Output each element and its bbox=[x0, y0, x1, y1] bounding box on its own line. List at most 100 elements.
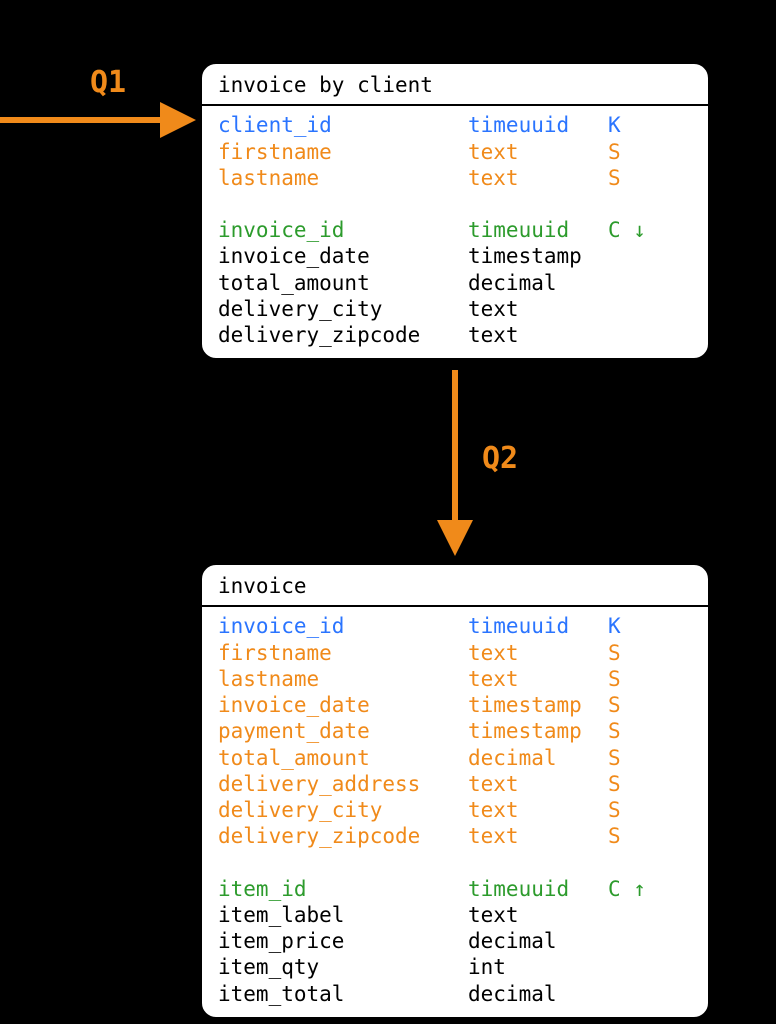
column-flag bbox=[608, 270, 668, 296]
column-row: item_labeltext bbox=[218, 902, 692, 928]
column-name: delivery_city bbox=[218, 296, 468, 322]
column-row: delivery_addresstextS bbox=[218, 771, 692, 797]
column-flag: S bbox=[608, 797, 668, 823]
column-name: lastname bbox=[218, 666, 468, 692]
column-name: delivery_city bbox=[218, 797, 468, 823]
table-title: invoice bbox=[202, 565, 708, 607]
column-type: text bbox=[468, 666, 608, 692]
column-name: item_qty bbox=[218, 954, 468, 980]
column-row: item_totaldecimal bbox=[218, 981, 692, 1007]
column-row: invoice_idtimeuuidC ↓ bbox=[218, 217, 692, 243]
column-type: text bbox=[468, 797, 608, 823]
column-flag bbox=[608, 296, 668, 322]
column-flag: C ↑ bbox=[608, 876, 668, 902]
row-spacer bbox=[218, 191, 692, 217]
column-type: timestamp bbox=[468, 718, 608, 744]
column-name: invoice_date bbox=[218, 243, 468, 269]
column-row: client_idtimeuuidK bbox=[218, 112, 692, 138]
column-name: payment_date bbox=[218, 718, 468, 744]
column-name: item_label bbox=[218, 902, 468, 928]
column-type: timestamp bbox=[468, 692, 608, 718]
column-name: delivery_zipcode bbox=[218, 823, 468, 849]
column-row: delivery_zipcodetext bbox=[218, 322, 692, 348]
column-type: text bbox=[468, 296, 608, 322]
column-name: item_id bbox=[218, 876, 468, 902]
arrow-q2-label: Q2 bbox=[482, 440, 518, 478]
column-row: delivery_citytext bbox=[218, 296, 692, 322]
column-row: total_amountdecimalS bbox=[218, 745, 692, 771]
column-flag: S bbox=[608, 640, 668, 666]
column-flag bbox=[608, 902, 668, 928]
diagram-stage: Q1 invoice by client client_idtimeuuidKf… bbox=[0, 0, 776, 1024]
column-flag bbox=[608, 981, 668, 1007]
column-row: item_qtyint bbox=[218, 954, 692, 980]
column-flag: S bbox=[608, 165, 668, 191]
column-type: text bbox=[468, 902, 608, 928]
column-flag: S bbox=[608, 692, 668, 718]
column-flag: C ↓ bbox=[608, 217, 668, 243]
column-type: int bbox=[468, 954, 608, 980]
column-type: text bbox=[468, 139, 608, 165]
column-row: invoice_datetimestampS bbox=[218, 692, 692, 718]
column-name: total_amount bbox=[218, 745, 468, 771]
column-flag bbox=[608, 322, 668, 348]
column-type: decimal bbox=[468, 745, 608, 771]
column-name: firstname bbox=[218, 139, 468, 165]
column-flag: S bbox=[608, 666, 668, 692]
column-flag: S bbox=[608, 139, 668, 165]
row-spacer bbox=[218, 850, 692, 876]
column-flag bbox=[608, 954, 668, 980]
column-name: invoice_date bbox=[218, 692, 468, 718]
column-type: timeuuid bbox=[468, 217, 608, 243]
column-name: invoice_id bbox=[218, 217, 468, 243]
column-name: invoice_id bbox=[218, 613, 468, 639]
table-body: client_idtimeuuidKfirstnametextSlastname… bbox=[202, 106, 708, 358]
column-flag: K bbox=[608, 112, 668, 138]
column-type: text bbox=[468, 165, 608, 191]
column-name: client_id bbox=[218, 112, 468, 138]
column-flag bbox=[608, 928, 668, 954]
column-flag: S bbox=[608, 718, 668, 744]
column-flag bbox=[608, 243, 668, 269]
column-row: firstnametextS bbox=[218, 640, 692, 666]
column-type: timeuuid bbox=[468, 876, 608, 902]
column-type: timeuuid bbox=[468, 613, 608, 639]
column-name: total_amount bbox=[218, 270, 468, 296]
column-type: decimal bbox=[468, 270, 608, 296]
column-type: text bbox=[468, 771, 608, 797]
column-name: delivery_address bbox=[218, 771, 468, 797]
arrow-q1 bbox=[0, 100, 200, 140]
column-type: decimal bbox=[468, 981, 608, 1007]
table-body: invoice_idtimeuuidKfirstnametextSlastnam… bbox=[202, 607, 708, 1017]
column-type: decimal bbox=[468, 928, 608, 954]
column-type: timestamp bbox=[468, 243, 608, 269]
column-row: payment_datetimestampS bbox=[218, 718, 692, 744]
column-row: delivery_citytextS bbox=[218, 797, 692, 823]
column-name: lastname bbox=[218, 165, 468, 191]
column-row: delivery_zipcodetextS bbox=[218, 823, 692, 849]
column-type: text bbox=[468, 322, 608, 348]
column-type: text bbox=[468, 823, 608, 849]
table-invoice: invoice invoice_idtimeuuidKfirstnametext… bbox=[200, 563, 710, 1019]
column-name: delivery_zipcode bbox=[218, 322, 468, 348]
column-flag: K bbox=[608, 613, 668, 639]
column-flag: S bbox=[608, 745, 668, 771]
column-type: timeuuid bbox=[468, 112, 608, 138]
table-title: invoice by client bbox=[202, 64, 708, 106]
column-row: item_idtimeuuidC ↑ bbox=[218, 876, 692, 902]
column-name: firstname bbox=[218, 640, 468, 666]
column-name: item_price bbox=[218, 928, 468, 954]
column-type: text bbox=[468, 640, 608, 666]
column-row: item_pricedecimal bbox=[218, 928, 692, 954]
column-flag: S bbox=[608, 823, 668, 849]
column-row: invoice_idtimeuuidK bbox=[218, 613, 692, 639]
arrow-q1-label: Q1 bbox=[90, 64, 126, 102]
column-row: lastnametextS bbox=[218, 666, 692, 692]
column-flag: S bbox=[608, 771, 668, 797]
column-row: total_amountdecimal bbox=[218, 270, 692, 296]
table-invoice-by-client: invoice by client client_idtimeuuidKfirs… bbox=[200, 62, 710, 360]
column-row: invoice_datetimestamp bbox=[218, 243, 692, 269]
column-name: item_total bbox=[218, 981, 468, 1007]
column-row: lastnametextS bbox=[218, 165, 692, 191]
arrow-q2 bbox=[435, 370, 475, 560]
